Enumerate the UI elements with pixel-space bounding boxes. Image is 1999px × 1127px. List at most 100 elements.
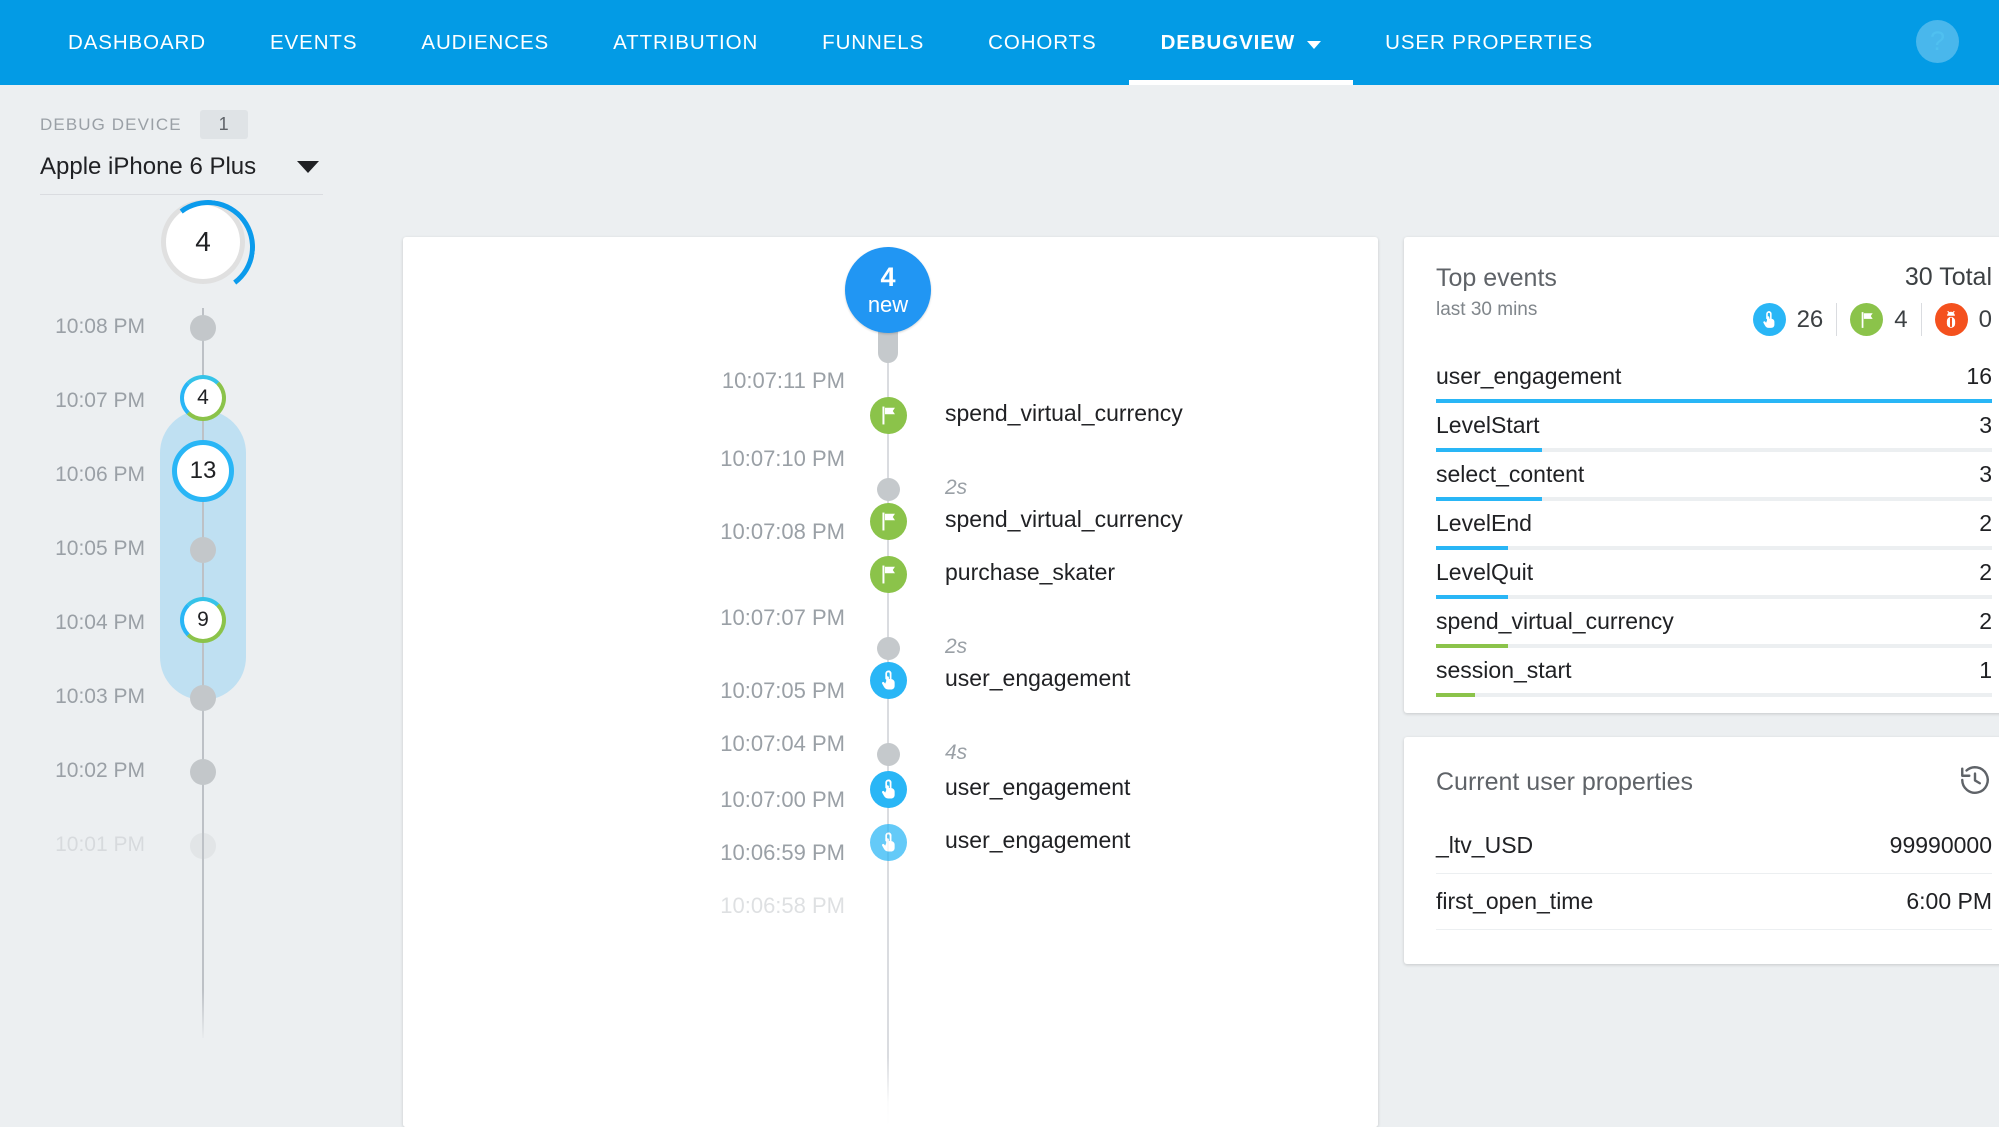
nav-item-funnels[interactable]: FUNNELS [790, 0, 956, 85]
top-events-total: 30 Total [1753, 263, 1992, 292]
top-event-count: 2 [1979, 608, 1992, 635]
top-event-row[interactable]: LevelQuit2 [1436, 550, 1992, 599]
top-event-row-top: session_start1 [1436, 657, 1992, 684]
top-events-chip: 26 [1753, 303, 1824, 336]
user-property-row[interactable]: first_open_time 6:00 PM [1436, 874, 1992, 930]
timeline-minute-count: 4 [197, 386, 209, 410]
tap-icon[interactable] [870, 771, 907, 808]
event-stream-inner: 4 new 10:07:11 PM spend_virtual_currency 1… [403, 237, 1378, 1127]
user-property-value: 6:00 PM [1906, 888, 1992, 915]
device-select-dropdown[interactable]: Apple iPhone 6 Plus [40, 153, 323, 195]
top-events-card: Top events last 30 mins 30 Total 2640 us… [1404, 237, 1999, 713]
timeline-minute-label: 10:07 PM [55, 389, 145, 413]
flag-icon[interactable] [870, 397, 907, 434]
nav-item-label: USER PROPERTIES [1385, 31, 1593, 55]
event-timestamp: 10:07:11 PM [722, 368, 845, 394]
timeline-minute-label: 10:04 PM [55, 611, 145, 635]
tap-icon[interactable] [870, 824, 907, 861]
top-event-row[interactable]: spend_virtual_currency2 [1436, 599, 1992, 648]
top-events-chip-value: 4 [1894, 306, 1907, 334]
debug-device-count-badge: 1 [200, 110, 248, 139]
top-event-bar-fill [1436, 497, 1542, 501]
nav-item-attribution[interactable]: ATTRIBUTION [581, 0, 790, 85]
tap-icon[interactable] [870, 662, 907, 699]
event-name[interactable]: spend_virtual_currency [945, 506, 1183, 533]
timeline-empty-minute-dot[interactable] [190, 833, 216, 859]
top-event-row[interactable]: user_engagement16 [1436, 354, 1992, 403]
timeline-minute-label: 10:02 PM [55, 759, 145, 783]
top-event-bar-track [1436, 448, 1992, 452]
timeline-minute-ring[interactable]: 4 [180, 375, 226, 421]
event-name[interactable]: user_engagement [945, 774, 1130, 801]
timeline-empty-minute-dot[interactable] [190, 537, 216, 563]
top-event-count: 3 [1979, 412, 1992, 439]
top-event-bar-track [1436, 546, 1992, 550]
new-events-count: 4 [880, 263, 895, 291]
timeline-current-donut-value: 4 [195, 226, 211, 258]
nav-item-debugview[interactable]: DEBUGVIEW [1129, 0, 1354, 85]
top-navigation-bar: DASHBOARDEVENTS AUDIENCES ATTRIBUTIONFUNNE… [0, 0, 1999, 85]
top-event-row-top: LevelStart3 [1436, 412, 1992, 439]
debug-device-header: DEBUG DEVICE 1 [0, 85, 400, 139]
event-gap-dot [877, 743, 900, 766]
top-event-row[interactable]: LevelStart3 [1436, 403, 1992, 452]
nav-item-cohorts[interactable]: COHORTS [956, 0, 1128, 85]
event-name[interactable]: user_engagement [945, 665, 1130, 692]
top-event-row[interactable]: select_content3 [1436, 452, 1992, 501]
top-event-bar-fill [1436, 595, 1508, 599]
nav-item-user-properties[interactable]: USER PROPERTIES [1353, 0, 1625, 85]
nav-item-events[interactable]: EVENTS [238, 0, 389, 85]
timeline-minute-ring[interactable]: 9 [180, 597, 226, 643]
timeline-empty-minute-dot[interactable] [190, 685, 216, 711]
timeline-empty-minute-dot[interactable] [190, 315, 216, 341]
top-event-bar-fill [1436, 399, 1992, 403]
nav-item-dashboard[interactable]: DASHBOARD [36, 0, 238, 85]
timeline-empty-minute-dot[interactable] [190, 759, 216, 785]
event-stream-axis-line [887, 347, 889, 1127]
flag-icon[interactable] [870, 503, 907, 540]
user-property-key: first_open_time [1436, 888, 1593, 915]
timeline-minute-ring[interactable]: 13 [172, 440, 234, 502]
user-property-row[interactable]: _ltv_USD99990000 [1436, 818, 1992, 874]
top-events-list: user_engagement16 LevelStart3 select_conte… [1436, 354, 1992, 697]
nav-items: DASHBOARDEVENTS AUDIENCES ATTRIBUTIONFUNNE… [0, 0, 1625, 85]
top-event-bar-fill [1436, 644, 1508, 648]
selected-device-name: Apple iPhone 6 Plus [40, 153, 256, 181]
top-event-row[interactable]: LevelEnd2 [1436, 501, 1992, 550]
user-property-value: 99990000 [1890, 832, 1992, 859]
user-properties-header: Current user properties [1436, 763, 1992, 818]
top-event-row-top: spend_virtual_currency2 [1436, 608, 1992, 635]
event-name[interactable]: purchase_skater [945, 559, 1115, 586]
timeline-minute-label: 10:05 PM [55, 537, 145, 561]
tap-icon [1753, 303, 1786, 336]
debug-device-sidebar: DEBUG DEVICE 1 Apple iPhone 6 Plus 4 10:… [0, 85, 400, 1060]
event-gap-duration: 2s [945, 635, 967, 659]
flag-icon[interactable] [870, 556, 907, 593]
top-event-row-top: LevelEnd2 [1436, 510, 1992, 537]
event-name[interactable]: spend_virtual_currency [945, 400, 1183, 427]
top-event-row-top: select_content3 [1436, 461, 1992, 488]
user-properties-list: _ltv_USD99990000 first_open_time 6:00 PM [1436, 818, 1992, 930]
top-events-header: Top events last 30 mins 30 Total 2640 [1436, 263, 1992, 336]
nav-item-label: AUDIENCES [421, 31, 549, 55]
top-events-subtitle: last 30 mins [1436, 299, 1557, 321]
top-event-bar-track [1436, 497, 1992, 501]
help-icon[interactable]: ? [1916, 20, 1959, 63]
event-stream-card: 4 new 10:07:11 PM spend_virtual_currency 1… [403, 237, 1378, 1127]
top-event-name: select_content [1436, 461, 1584, 488]
new-events-bubble[interactable]: 4 new [845, 247, 931, 333]
top-event-bar-fill [1436, 546, 1508, 550]
nav-item-audiences[interactable]: AUDIENCES [389, 0, 581, 85]
top-event-bar-track [1436, 693, 1992, 697]
top-event-name: session_start [1436, 657, 1572, 684]
history-icon[interactable] [1958, 763, 1992, 802]
top-event-bar-track [1436, 644, 1992, 648]
event-timestamp: 10:07:08 PM [720, 519, 845, 545]
top-event-row[interactable]: session_start1 [1436, 648, 1992, 697]
top-event-name: LevelEnd [1436, 510, 1532, 537]
minute-timeline-rail: 4 10:08 PM10:07 PM410:06 PM1310:05 PM10:… [0, 200, 400, 1060]
timeline-current-donut[interactable]: 4 [161, 200, 245, 284]
bug-icon [1935, 303, 1968, 336]
event-name[interactable]: user_engagement [945, 827, 1130, 854]
top-events-title: Top events [1436, 263, 1557, 294]
